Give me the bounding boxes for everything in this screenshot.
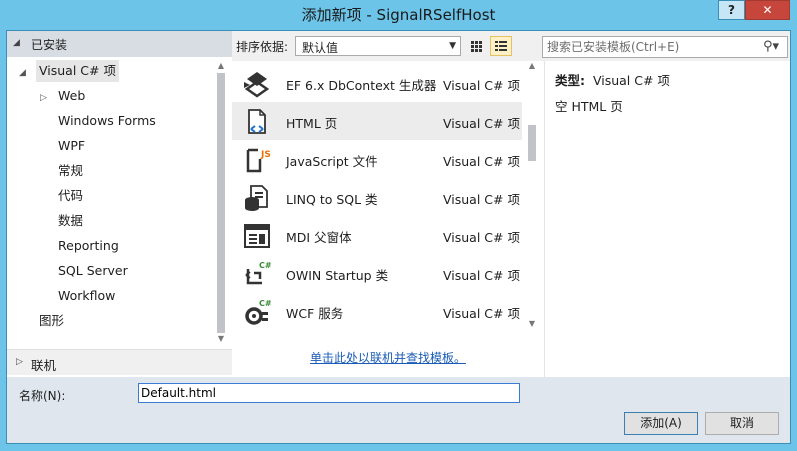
svg-text:C#: C# — [259, 299, 272, 308]
template-name: JavaScript 文件 — [286, 154, 378, 169]
list-view-button[interactable] — [490, 36, 512, 56]
add-button[interactable]: 添加(A) — [624, 412, 698, 435]
tree-item-windows-forms[interactable]: Windows Forms — [58, 110, 156, 132]
list-item[interactable]: HTML 页 Visual C# 项 — [232, 102, 522, 140]
tree-item-code[interactable]: 代码 — [58, 185, 83, 207]
search-input[interactable] — [547, 39, 747, 55]
template-name: MDI 父窗体 — [286, 230, 352, 245]
scrollbar-thumb[interactable] — [217, 73, 225, 333]
template-lang: Visual C# 项 — [443, 230, 520, 245]
tree-item-general[interactable]: 常规 — [58, 160, 83, 182]
tree-item-web[interactable]: Web — [58, 85, 85, 107]
add-new-item-dialog: 添加新项 - SignalRSelfHost ? ✕ ◢ 已安装 ◢ Visua… — [0, 0, 797, 451]
expand-arrow-icon: ▷ — [16, 357, 23, 367]
svg-text:JS: JS — [260, 150, 271, 160]
ef-generator-icon — [244, 72, 270, 98]
sort-value: 默认值 — [302, 41, 339, 55]
template-name: OWIN Startup 类 — [286, 268, 389, 283]
scroll-up-icon[interactable]: ▲ — [527, 61, 537, 70]
close-button[interactable]: ✕ — [745, 0, 790, 20]
list-item[interactable]: JS JavaScript 文件 Visual C# 项 — [232, 140, 522, 178]
template-lang: Visual C# 项 — [443, 78, 520, 93]
type-value: Visual C# 项 — [592, 73, 670, 88]
template-name: EF 6.x DbContext 生成器 — [286, 78, 437, 93]
online-label: 联机 — [31, 358, 57, 373]
sort-label: 排序依据: — [236, 40, 289, 54]
window-title: 添加新项 - SignalRSelfHost — [301, 6, 496, 24]
cancel-button[interactable]: 取消 — [705, 412, 779, 435]
template-description: 空 HTML 页 — [555, 99, 623, 114]
search-icon[interactable]: ⚲▾ — [763, 39, 779, 54]
find-templates-online-link[interactable]: 单击此处以联机并查找模板。 — [232, 349, 544, 366]
tree-item-graphics[interactable]: 图形 — [39, 310, 64, 332]
category-pane: ◢ 已安装 ◢ Visual C# 项 ▷ Web Windows Forms … — [7, 31, 232, 377]
owin-startup-icon: C# — [245, 261, 272, 285]
sort-dropdown[interactable]: 默认值 ▼ — [295, 36, 461, 56]
category-tree: ◢ Visual C# 项 ▷ Web Windows Forms WPF 常规… — [7, 57, 213, 347]
template-name: WCF 服务 — [286, 306, 344, 321]
svg-text:C#: C# — [259, 261, 272, 270]
installed-header[interactable]: ◢ 已安装 — [7, 31, 232, 57]
expanded-arrow-icon[interactable]: ◢ — [19, 68, 26, 78]
search-box[interactable]: ⚲▾ — [542, 36, 788, 58]
template-lang: Visual C# 项 — [443, 192, 520, 207]
grid-view-icon — [471, 41, 482, 52]
type-label: 类型: — [555, 73, 585, 88]
wcf-service-icon: C# — [245, 299, 272, 325]
installed-label: 已安装 — [31, 38, 68, 52]
template-lang: Visual C# 项 — [443, 154, 520, 169]
tree-item-visual-csharp[interactable]: Visual C# 项 — [36, 60, 119, 82]
name-label: 名称(N): — [19, 389, 66, 403]
online-header[interactable]: ▷ 联机 — [7, 349, 232, 375]
detail-pane: 类型: Visual C# 项 空 HTML 页 — [544, 61, 790, 377]
help-button[interactable]: ? — [718, 0, 745, 20]
small-icons-view-button[interactable] — [465, 36, 487, 56]
tree-item-wpf[interactable]: WPF — [58, 135, 85, 157]
tree-item-sql-server[interactable]: SQL Server — [58, 260, 128, 282]
list-item[interactable]: C# WCF 服务 Visual C# 项 — [232, 292, 522, 330]
list-view-icon — [495, 41, 507, 51]
name-field[interactable] — [138, 383, 520, 403]
template-scrollbar[interactable]: ▲ ▼ — [525, 61, 539, 331]
tree-item-workflow[interactable]: Workflow — [58, 285, 115, 307]
list-item[interactable]: MDI 父窗体 Visual C# 项 — [232, 216, 522, 254]
html-page-icon — [248, 109, 266, 134]
javascript-file-icon: JS — [246, 148, 271, 173]
template-list: EF 6.x DbContext 生成器 Visual C# 项 HTML 页 … — [232, 61, 544, 377]
scrollbar-thumb[interactable] — [528, 125, 536, 161]
scroll-down-icon[interactable]: ▼ — [527, 319, 537, 328]
title-bar: 添加新项 - SignalRSelfHost ? ✕ — [0, 0, 797, 28]
type-row: 类型: Visual C# 项 — [555, 70, 670, 89]
scroll-up-icon[interactable]: ▲ — [216, 61, 226, 70]
list-item[interactable]: C# OWIN Startup 类 Visual C# 项 — [232, 254, 522, 292]
list-item[interactable]: LINQ to SQL 类 Visual C# 项 — [232, 178, 522, 216]
linq-to-sql-icon — [245, 185, 268, 211]
template-name: LINQ to SQL 类 — [286, 192, 378, 207]
scroll-down-icon[interactable]: ▼ — [216, 334, 226, 343]
template-lang: Visual C# 项 — [443, 268, 520, 283]
tree-item-reporting[interactable]: Reporting — [58, 235, 119, 257]
bottom-bar: 名称(N): 添加(A) 取消 — [7, 377, 790, 443]
dialog-client: ◢ 已安装 ◢ Visual C# 项 ▷ Web Windows Forms … — [6, 30, 791, 444]
tree-item-data[interactable]: 数据 — [58, 210, 83, 232]
collapse-arrow-icon: ◢ — [13, 38, 20, 48]
mdi-form-icon — [244, 224, 270, 248]
list-item[interactable]: EF 6.x DbContext 生成器 Visual C# 项 — [232, 64, 522, 102]
template-lang: Visual C# 项 — [443, 306, 520, 321]
collapsed-arrow-icon[interactable]: ▷ — [40, 93, 47, 103]
chevron-down-icon: ▼ — [449, 41, 456, 51]
template-lang: Visual C# 项 — [443, 116, 520, 131]
category-scrollbar[interactable]: ▲ ▼ — [214, 61, 228, 345]
template-name: HTML 页 — [286, 116, 338, 131]
